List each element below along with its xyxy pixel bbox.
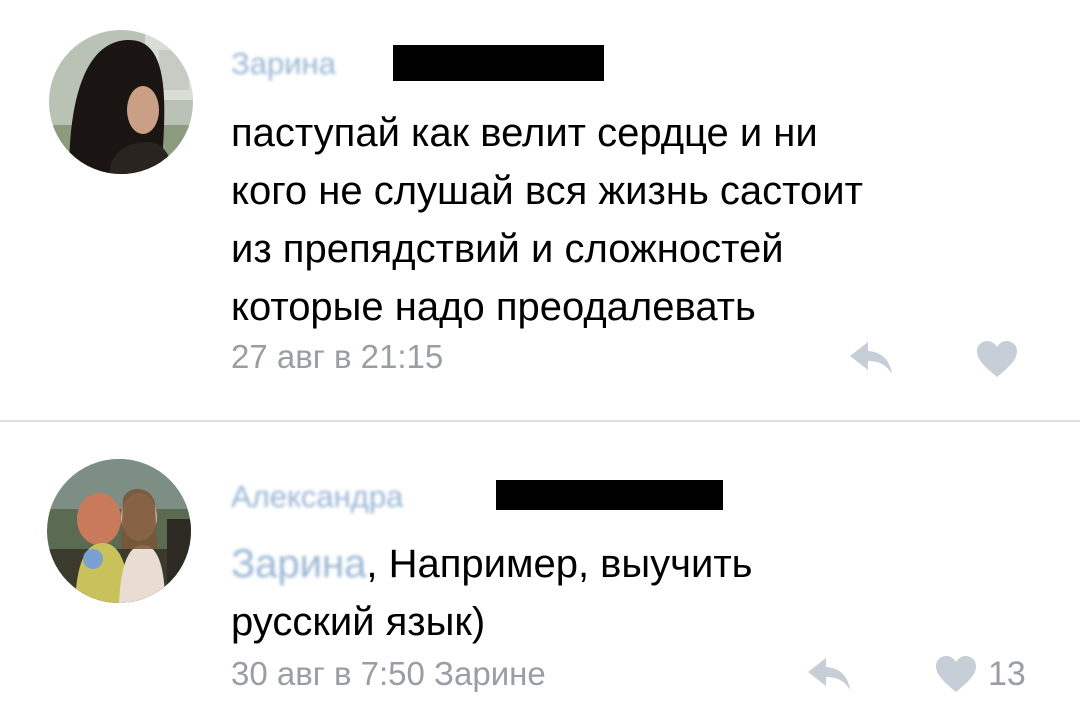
comment-item: Зарина паступай как велит сердце и ни ко… — [0, 0, 1080, 420]
comment-author[interactable]: Александра — [231, 479, 403, 515]
reply-mention-link[interactable]: Зарина — [231, 542, 366, 586]
redacted-surname — [393, 45, 604, 81]
reply-arrow-icon[interactable] — [848, 340, 894, 376]
comment-text: паступай как велит сердце и ни кого не с… — [231, 104, 863, 336]
comment-text-line: паступай как велит сердце и ни — [231, 111, 818, 155]
comment-text-line: русский язык) — [231, 600, 486, 644]
avatar[interactable] — [47, 459, 191, 603]
redacted-surname — [496, 480, 723, 510]
comment-timestamp: 30 авг в 7:50 Зарине — [231, 655, 546, 692]
comment-text: Зарина, Например, выучить русский язык) — [231, 535, 753, 651]
comment-text-line: которые надо преодалевать — [231, 285, 756, 329]
comment-timestamp: 27 авг в 21:15 — [231, 338, 444, 375]
comment-text-line: Зарина, Например, выучить — [231, 535, 753, 593]
heart-icon[interactable] — [934, 654, 978, 694]
comment-text-line: кого не слушай вся жизнь састоит — [231, 169, 863, 213]
heart-icon[interactable] — [975, 339, 1019, 379]
avatar[interactable] — [49, 30, 193, 174]
comment-text-line: из препядствий и сложностей — [231, 227, 784, 271]
like-count: 13 — [988, 655, 1026, 693]
comment-item: Александра Зарина, Например, выучить рус… — [0, 422, 1080, 723]
comment-author[interactable]: Зарина — [231, 46, 336, 82]
comment-text-fragment: , Например, выучить — [366, 542, 753, 586]
reply-arrow-icon[interactable] — [806, 656, 852, 692]
